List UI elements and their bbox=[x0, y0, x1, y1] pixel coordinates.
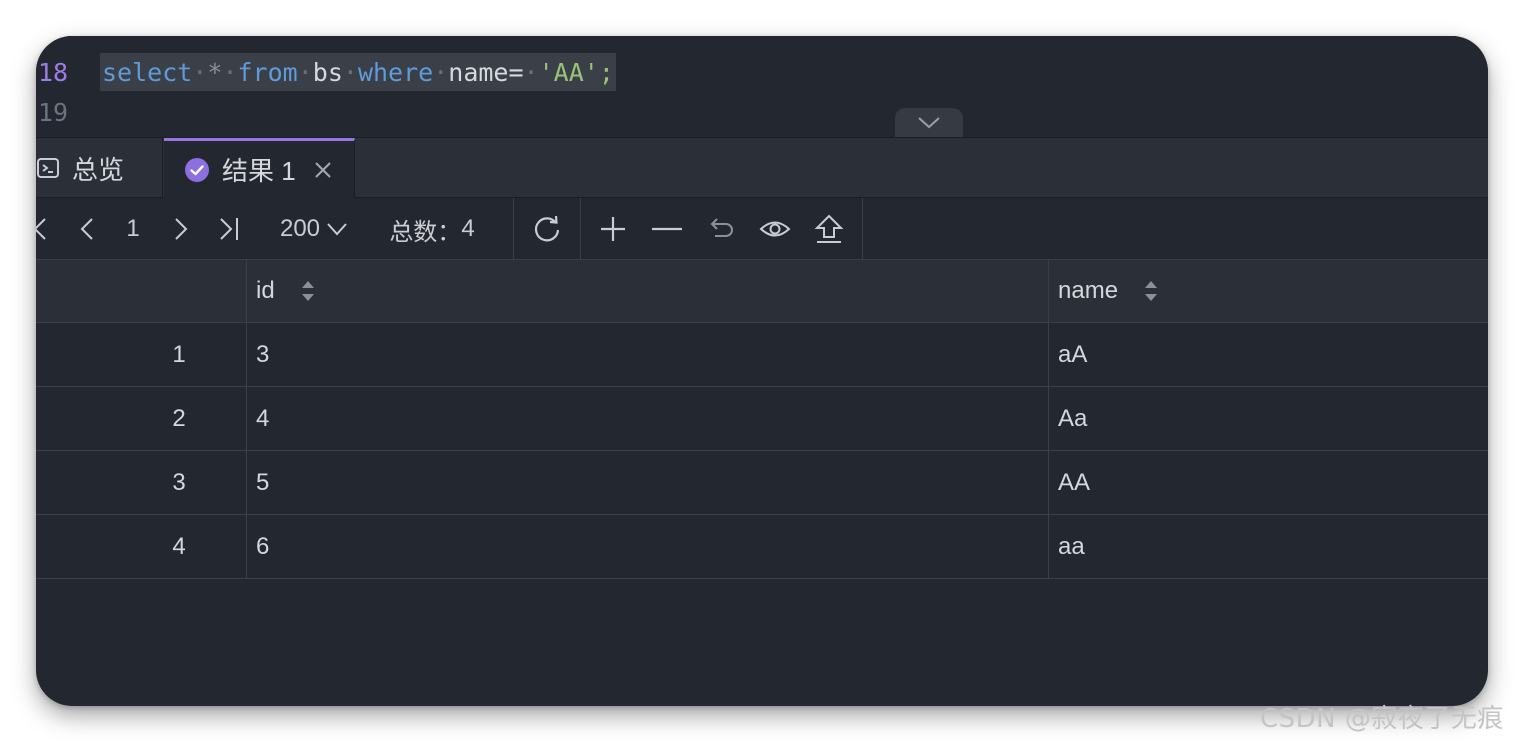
cell-name[interactable]: AA bbox=[1048, 451, 1488, 514]
console-icon bbox=[37, 158, 59, 178]
add-row-icon[interactable] bbox=[594, 198, 632, 260]
table-name: bs bbox=[312, 57, 343, 87]
export-icon[interactable] bbox=[810, 198, 848, 260]
undo-icon[interactable] bbox=[702, 198, 740, 260]
cell-name[interactable]: Aa bbox=[1048, 387, 1488, 450]
keyword-from: from bbox=[237, 57, 298, 87]
page-size-select[interactable]: 200 bbox=[272, 198, 356, 260]
cell-id[interactable]: 5 bbox=[246, 451, 1048, 514]
tab-overview-label: 总览 bbox=[72, 154, 125, 185]
line-number: 19 bbox=[38, 97, 69, 127]
table-row[interactable]: 4 6 aa bbox=[36, 515, 1488, 579]
sort-icon[interactable] bbox=[1144, 279, 1158, 303]
operator-star: * bbox=[207, 57, 223, 87]
close-icon[interactable] bbox=[314, 161, 332, 179]
total-value: 4 bbox=[461, 215, 475, 242]
sort-icon[interactable] bbox=[301, 279, 315, 303]
last-page-icon[interactable] bbox=[216, 198, 244, 260]
cell-id[interactable]: 6 bbox=[246, 515, 1048, 578]
delete-row-icon[interactable] bbox=[648, 198, 686, 260]
line-number: 18 bbox=[38, 57, 69, 87]
cell-id[interactable]: 4 bbox=[246, 387, 1048, 450]
row-number-header bbox=[36, 260, 246, 322]
refresh-icon[interactable] bbox=[526, 198, 568, 260]
sql-editor[interactable]: 18 select · * · from · bs · where · name= · 'AA'; 19 bbox=[36, 36, 1488, 138]
table-row[interactable]: 3 5 AA bbox=[36, 451, 1488, 515]
column-header-label: id bbox=[256, 277, 275, 304]
tab-result-1[interactable]: 结果 1 bbox=[164, 138, 355, 198]
result-grid: id name 1 3 aA 2 4 Aa 3 5 AA 4 6 aa bbox=[36, 260, 1488, 579]
keyword-where: where bbox=[357, 57, 434, 87]
toolbar-divider bbox=[862, 198, 863, 260]
whitespace-dot: · bbox=[297, 57, 313, 87]
row-number: 3 bbox=[172, 468, 186, 496]
grid-header-row: id name bbox=[36, 260, 1488, 323]
sql-statement[interactable]: select · * · from · bs · where · name= · 'AA'; bbox=[100, 53, 616, 91]
string-literal: 'AA'; bbox=[538, 57, 614, 87]
toolbar-divider bbox=[580, 198, 581, 260]
cell-name[interactable]: aa bbox=[1048, 515, 1488, 578]
tab-result-label: 结果 1 bbox=[222, 156, 296, 186]
whitespace-dot: · bbox=[222, 57, 238, 87]
next-page-icon[interactable] bbox=[168, 198, 194, 260]
eye-icon[interactable] bbox=[756, 198, 794, 260]
code-line-18[interactable]: 18 select · * · from · bs · where · name= · 'AA'; bbox=[36, 52, 616, 92]
toolbar-divider bbox=[513, 198, 514, 260]
collapse-panel-button[interactable] bbox=[895, 108, 963, 138]
table-row[interactable]: 2 4 Aa bbox=[36, 387, 1488, 451]
table-row[interactable]: 1 3 aA bbox=[36, 323, 1488, 387]
chevron-down-icon bbox=[327, 223, 347, 236]
result-toolbar: 1 200 总数： 4 bbox=[36, 198, 1488, 260]
column-condition: name= bbox=[448, 57, 524, 87]
watermark: CSDN @寂夜了无痕 bbox=[1260, 704, 1504, 734]
result-tabs: 总览 结果 1 bbox=[36, 137, 1488, 198]
whitespace-dot: · bbox=[433, 57, 449, 87]
cell-id[interactable]: 3 bbox=[246, 323, 1048, 386]
row-number: 4 bbox=[172, 532, 186, 560]
row-number: 2 bbox=[172, 404, 186, 432]
cell-name[interactable]: aA bbox=[1048, 323, 1488, 386]
total-label: 总数： bbox=[389, 218, 462, 246]
total-count: 总数： 4 bbox=[382, 198, 482, 260]
prev-page-first-icon[interactable] bbox=[36, 198, 50, 260]
chevron-down-icon bbox=[918, 117, 940, 129]
app-window: 18 select · * · from · bs · where · name= · 'AA'; 19… bbox=[36, 36, 1488, 706]
row-number: 1 bbox=[172, 340, 186, 368]
tab-overview[interactable]: 总览 bbox=[36, 138, 163, 198]
column-header-label: name bbox=[1058, 277, 1119, 304]
whitespace-dot: · bbox=[342, 57, 358, 87]
page-size-value: 200 bbox=[279, 215, 321, 242]
column-header-name[interactable]: name bbox=[1048, 260, 1488, 322]
prev-page-icon[interactable] bbox=[74, 198, 100, 260]
check-circle-icon bbox=[185, 157, 209, 182]
whitespace-dot: · bbox=[192, 57, 208, 87]
page-number[interactable]: 1 bbox=[118, 198, 148, 260]
keyword-select: select bbox=[102, 57, 193, 87]
whitespace-dot: · bbox=[523, 57, 539, 87]
column-header-id[interactable]: id bbox=[246, 260, 1048, 322]
code-line-19[interactable]: 19 bbox=[36, 92, 100, 132]
